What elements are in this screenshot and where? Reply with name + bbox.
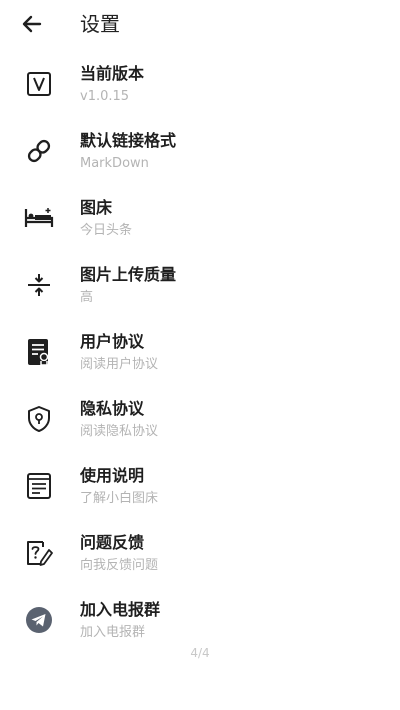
settings-item-link-format[interactable]: 默认链接格式 MarkDown (0, 122, 400, 189)
settings-item-title: 使用说明 (80, 466, 145, 485)
feedback-icon (24, 538, 54, 568)
page-indicator: 4/4 (190, 646, 210, 660)
settings-item-version[interactable]: 当前版本 v1.0.15 (0, 55, 400, 122)
bed-icon (24, 203, 54, 233)
agreement-icon (24, 337, 54, 367)
compress-icon (24, 270, 54, 300)
settings-item-title: 当前版本 (80, 64, 145, 83)
instructions-icon (24, 471, 54, 501)
settings-item-title: 图床 (80, 198, 113, 217)
settings-item-title: 图片上传质量 (80, 265, 177, 284)
settings-item-subtitle: 高 (80, 290, 94, 305)
top-bar: 设置 (0, 0, 400, 50)
telegram-icon (24, 605, 54, 635)
settings-item-privacy[interactable]: 隐私协议 阅读隐私协议 (0, 390, 400, 457)
link-icon (24, 136, 54, 166)
settings-item-subtitle: 向我反馈问题 (80, 558, 159, 573)
settings-item-subtitle: 今日头条 (80, 223, 133, 238)
settings-item-instructions[interactable]: 使用说明 了解小白图床 (0, 457, 400, 524)
settings-item-subtitle: 阅读隐私协议 (80, 424, 159, 439)
settings-item-title: 默认链接格式 (80, 131, 177, 150)
settings-item-title: 问题反馈 (80, 533, 145, 552)
page-title: 设置 (80, 12, 120, 36)
back-button[interactable] (18, 10, 46, 38)
settings-item-subtitle: 加入电报群 (80, 625, 146, 640)
settings-item-title: 隐私协议 (80, 399, 145, 418)
settings-item-feedback[interactable]: 问题反馈 向我反馈问题 (0, 524, 400, 591)
arrow-left-icon (22, 15, 42, 33)
settings-item-image-host[interactable]: 图床 今日头条 (0, 189, 400, 256)
settings-item-subtitle: MarkDown (80, 156, 149, 171)
settings-item-title: 用户协议 (80, 332, 145, 351)
settings-item-upload-quality[interactable]: 图片上传质量 高 (0, 256, 400, 323)
settings-list: 当前版本 v1.0.15 默认链接格式 MarkDown 图床 今日头条 图片上… (0, 55, 400, 658)
version-icon (24, 69, 54, 99)
settings-item-subtitle: v1.0.15 (80, 89, 130, 104)
settings-item-title: 加入电报群 (80, 600, 161, 619)
privacy-shield-icon (24, 404, 54, 434)
settings-item-user-agreement[interactable]: 用户协议 阅读用户协议 (0, 323, 400, 390)
settings-item-subtitle: 了解小白图床 (80, 491, 159, 506)
settings-item-subtitle: 阅读用户协议 (80, 357, 159, 372)
